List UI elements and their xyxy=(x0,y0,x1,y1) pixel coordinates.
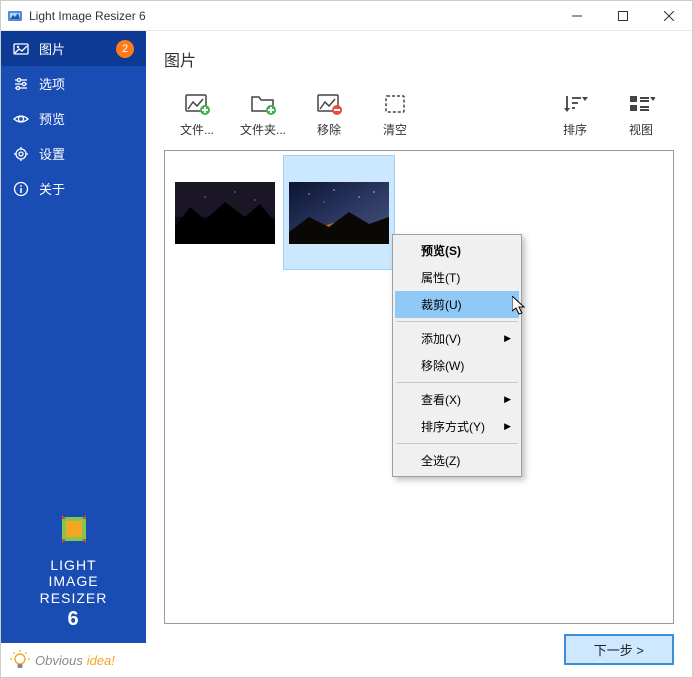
add-folder-button[interactable]: 文件夹... xyxy=(230,91,296,140)
footer: 下一步 > xyxy=(164,634,674,665)
thumbnail[interactable] xyxy=(283,155,395,270)
sidebar-logo: LIGHT IMAGE RESIZER 6 xyxy=(1,509,146,643)
sidebar-item-images[interactable]: 图片 2 xyxy=(1,31,146,66)
toolbar-label: 视图 xyxy=(629,121,653,138)
context-menu: 预览(S) 属性(T) 裁剪(U) 添加(V)▶ 移除(W) 查看(X)▶ 排序… xyxy=(392,234,522,477)
add-file-icon xyxy=(183,93,211,115)
brand-text-1: Obvious xyxy=(35,653,83,668)
gear-icon xyxy=(13,146,29,162)
menu-item-add[interactable]: 添加(V)▶ xyxy=(395,325,519,352)
clear-icon xyxy=(381,93,409,115)
app-icon xyxy=(7,8,23,24)
sidebar-item-label: 设置 xyxy=(39,144,65,163)
sidebar-item-options[interactable]: 选项 xyxy=(1,66,146,101)
menu-separator xyxy=(396,443,518,444)
brand-text-2: idea! xyxy=(87,653,115,668)
menu-item-sort-by[interactable]: 排序方式(Y)▶ xyxy=(395,413,519,440)
logo-line1: LIGHT xyxy=(1,557,146,574)
toolbar: 文件... 文件夹... 移除 清空 排序 视图 xyxy=(164,91,674,140)
eye-icon xyxy=(13,111,29,127)
submenu-arrow-icon: ▶ xyxy=(504,333,511,344)
sidebar-item-settings[interactable]: 设置 xyxy=(1,136,146,171)
view-button[interactable]: 视图 xyxy=(608,91,674,140)
window-title: Light Image Resizer 6 xyxy=(29,9,554,23)
toolbar-label: 排序 xyxy=(563,121,587,138)
menu-separator xyxy=(396,382,518,383)
next-button[interactable]: 下一步 > xyxy=(564,634,674,665)
sort-icon xyxy=(561,93,589,115)
menu-item-view[interactable]: 查看(X)▶ xyxy=(395,386,519,413)
page-title: 图片 xyxy=(164,47,674,71)
thumbnail-image xyxy=(289,182,389,244)
thumbnail[interactable] xyxy=(169,155,281,270)
view-icon xyxy=(627,93,655,115)
sidebar-item-label: 选项 xyxy=(39,74,65,93)
menu-item-select-all[interactable]: 全选(Z) xyxy=(395,447,519,474)
minimize-button[interactable] xyxy=(554,1,600,31)
sidebar-item-label: 图片 xyxy=(39,39,65,58)
toolbar-label: 文件... xyxy=(180,121,214,138)
sidebar-item-about[interactable]: 关于 xyxy=(1,171,146,206)
close-button[interactable] xyxy=(646,1,692,31)
menu-item-properties[interactable]: 属性(T) xyxy=(395,264,519,291)
sliders-icon xyxy=(13,76,29,92)
sidebar-item-label: 关于 xyxy=(39,179,65,198)
sidebar-item-preview[interactable]: 预览 xyxy=(1,101,146,136)
add-file-button[interactable]: 文件... xyxy=(164,91,230,140)
maximize-button[interactable] xyxy=(600,1,646,31)
sidebar-badge: 2 xyxy=(116,40,134,58)
toolbar-label: 清空 xyxy=(383,121,407,138)
sidebar-item-label: 预览 xyxy=(39,109,65,128)
remove-icon xyxy=(315,93,343,115)
menu-separator xyxy=(396,321,518,322)
menu-item-preview[interactable]: 预览(S) xyxy=(395,237,519,264)
logo-icon xyxy=(54,509,94,549)
submenu-arrow-icon: ▶ xyxy=(504,421,511,432)
sidebar: 图片 2 选项 预览 设置 关于 LIGHT IMAGE RESI xyxy=(1,31,146,677)
submenu-arrow-icon: ▶ xyxy=(504,394,511,405)
add-folder-icon xyxy=(249,93,277,115)
info-icon xyxy=(13,181,29,197)
menu-item-remove[interactable]: 移除(W) xyxy=(395,352,519,379)
images-icon xyxy=(13,41,29,57)
remove-button[interactable]: 移除 xyxy=(296,91,362,140)
titlebar: Light Image Resizer 6 xyxy=(1,1,692,31)
logo-line3: RESIZER xyxy=(1,590,146,607)
menu-item-crop[interactable]: 裁剪(U) xyxy=(395,291,519,318)
toolbar-label: 移除 xyxy=(317,121,341,138)
clear-button[interactable]: 清空 xyxy=(362,91,428,140)
logo-version: 6 xyxy=(67,608,79,630)
thumbnail-image xyxy=(175,182,275,244)
bulb-icon xyxy=(9,649,31,671)
logo-line2: IMAGE xyxy=(1,573,146,590)
sidebar-footer[interactable]: Obvious idea! xyxy=(1,643,146,677)
toolbar-label: 文件夹... xyxy=(240,121,286,138)
sort-button[interactable]: 排序 xyxy=(542,91,608,140)
